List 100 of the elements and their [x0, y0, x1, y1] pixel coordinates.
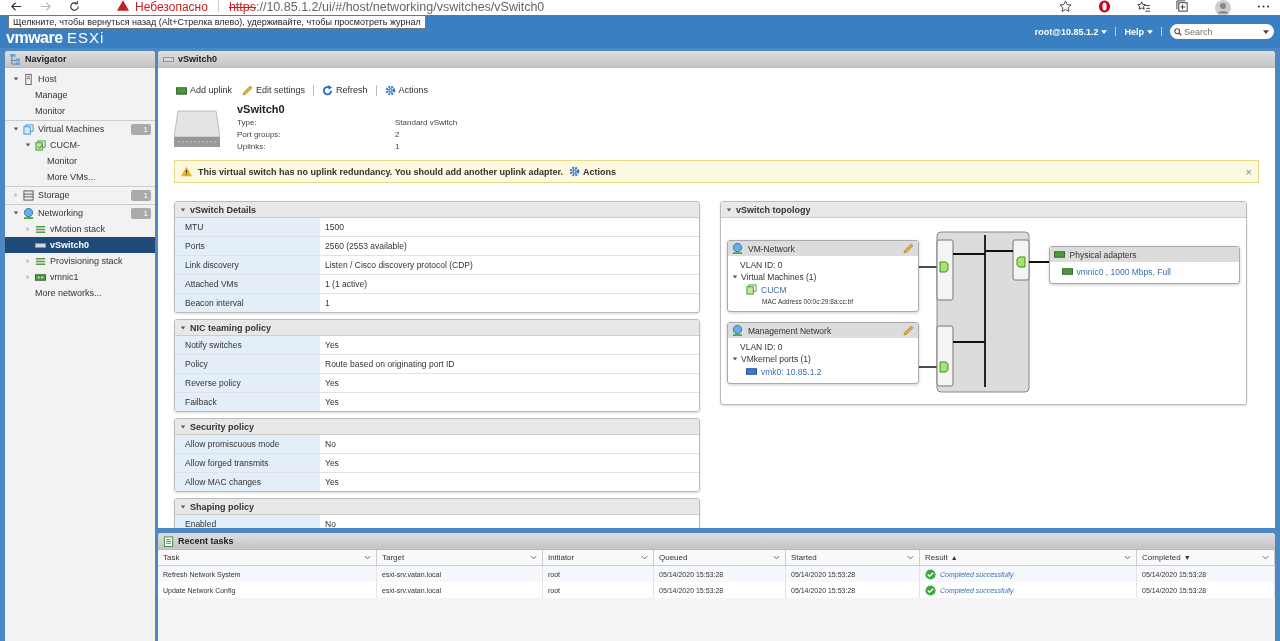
toggle-icon[interactable]	[25, 258, 31, 264]
back-icon[interactable]	[10, 0, 23, 13]
toolbar-button[interactable]: Refresh	[320, 84, 370, 96]
search-field[interactable]: Search	[1170, 24, 1274, 39]
security-warning[interactable]: Небезопасно	[135, 0, 208, 14]
section-header[interactable]: Shaping policy	[175, 499, 699, 515]
count-badge: 1	[131, 189, 151, 201]
property-label: Reverse policy	[175, 374, 320, 392]
toggle-icon[interactable]	[13, 192, 19, 198]
chevron-icon[interactable]	[1262, 555, 1269, 560]
panel-title: Navigator	[25, 54, 67, 64]
tree-item[interactable]: vMotion stack	[5, 221, 155, 237]
toggle-icon[interactable]	[25, 142, 31, 148]
tree-item[interactable]: Virtual Machines 1	[5, 120, 155, 137]
group-header[interactable]: VMkernel ports (1)	[732, 354, 918, 364]
property-label: Allow promiscuous mode	[175, 435, 320, 453]
port-group-name: VM-Network	[748, 243, 795, 254]
section-header[interactable]: NIC teaming policy	[175, 320, 699, 336]
toggle-icon[interactable]	[732, 274, 738, 280]
actions-button[interactable]: Actions	[569, 166, 617, 177]
toggle-icon[interactable]	[13, 76, 19, 82]
network-card-icon	[176, 84, 187, 96]
tree-item[interactable]: Storage 1	[5, 186, 155, 203]
tree-item[interactable]: vmnic1	[5, 269, 155, 285]
link[interactable]: CUCM	[761, 284, 787, 295]
column-header[interactable]: Target	[377, 550, 543, 566]
property-label: Allow MAC changes	[175, 473, 320, 491]
toggle-icon[interactable]	[180, 324, 186, 331]
network-card-icon	[35, 271, 46, 283]
tree-item[interactable]: Monitor	[5, 153, 155, 169]
toggle-icon[interactable]	[180, 503, 186, 510]
link[interactable]: vmk0: 10.85.1.2	[761, 366, 822, 377]
section-header[interactable]: vSwitch topology	[721, 202, 1246, 218]
toolbar-button[interactable]: Actions	[382, 84, 431, 96]
property-label: Beacon interval	[175, 294, 320, 312]
clipboard-icon	[163, 535, 174, 547]
tree-item[interactable]: Provisioning stack	[5, 253, 155, 269]
tree-item[interactable]: Networking 1	[5, 204, 155, 221]
reload-icon[interactable]	[68, 0, 81, 13]
property-value: No	[324, 438, 336, 451]
panel-title: Recent tasks	[178, 536, 234, 546]
storage-icon	[23, 189, 34, 201]
toolbar-button[interactable]: Add uplink	[174, 84, 235, 96]
tree-item[interactable]: Monitor	[5, 103, 155, 119]
close-button[interactable]: ×	[1245, 165, 1252, 178]
column-header[interactable]: Queued	[654, 550, 786, 566]
tree-item[interactable]: More networks...	[5, 285, 155, 301]
favorites-icon[interactable]	[1137, 0, 1150, 13]
tree-item[interactable]: Host	[5, 71, 155, 87]
logo: vmware ESXi	[6, 28, 105, 47]
chevron-icon[interactable]	[1124, 555, 1131, 560]
toggle-icon[interactable]	[732, 356, 738, 362]
toggle-icon[interactable]	[726, 206, 732, 213]
column-header[interactable]: Task	[158, 550, 377, 566]
count-badge: 1	[131, 207, 151, 219]
property-label: Link discovery	[175, 256, 320, 274]
selected-tree-item[interactable]: vSwitch0	[5, 237, 155, 253]
section-header[interactable]: vSwitch Details	[175, 202, 699, 218]
caret-icon[interactable]	[1263, 30, 1269, 34]
tree-item[interactable]: Manage	[5, 87, 155, 103]
property-value: Listen / Cisco discovery protocol (CDP)	[324, 259, 473, 272]
group-header[interactable]: Virtual Machines (1)	[732, 272, 918, 282]
column-header[interactable]: Started	[786, 550, 920, 566]
tree-item[interactable]: More VMs...	[5, 169, 155, 185]
search-icon	[1174, 28, 1182, 36]
star-icon[interactable]	[1059, 0, 1072, 13]
toggle-icon[interactable]	[25, 274, 31, 280]
refresh-icon	[322, 84, 334, 96]
profile-icon[interactable]	[1215, 0, 1231, 16]
chevron-icon[interactable]	[907, 555, 914, 560]
toggle-icon[interactable]	[180, 423, 186, 430]
network-icon	[732, 243, 743, 254]
panel-title: vSwitch0	[178, 54, 217, 64]
property-label: Failback	[175, 393, 320, 411]
vm-icon	[35, 139, 46, 151]
toggle-icon[interactable]	[25, 226, 31, 232]
address-bar[interactable]: https://10.85.1.2/ui/#/host/networking/vswitches/vSwitch0	[228, 0, 545, 14]
vm-icon	[23, 123, 34, 135]
chevron-icon[interactable]	[773, 555, 780, 560]
toggle-icon[interactable]	[180, 206, 186, 213]
property-label: MTU	[175, 218, 320, 236]
toggle-icon[interactable]	[13, 210, 19, 216]
switch-drawing	[174, 109, 220, 149]
collections-icon[interactable]	[1176, 0, 1189, 13]
tree-item[interactable]: CUCM-	[5, 137, 155, 153]
opera-icon[interactable]	[1098, 0, 1111, 13]
toolbar-button[interactable]: Edit settings	[240, 84, 308, 96]
property-value: Yes	[324, 457, 339, 470]
user-menu[interactable]: root@10.85.1.2	[1034, 26, 1108, 37]
property-label: Allow forged transmits	[175, 454, 320, 472]
column-header[interactable]: Initiator	[543, 550, 654, 566]
help-menu[interactable]: Help	[1124, 26, 1153, 37]
section-header[interactable]: Security policy	[175, 419, 699, 435]
property-label: Policy	[175, 355, 320, 373]
warning-text: This virtual switch has no uplink redundancy. You should add another uplink adapter.	[198, 166, 564, 177]
chevron-icon[interactable]	[364, 555, 371, 560]
chevron-icon[interactable]	[641, 555, 648, 560]
chevron-icon[interactable]	[530, 555, 537, 560]
toggle-icon[interactable]	[13, 126, 19, 132]
link[interactable]: vmnic0 , 1000 Mbps, Full	[1076, 266, 1171, 277]
